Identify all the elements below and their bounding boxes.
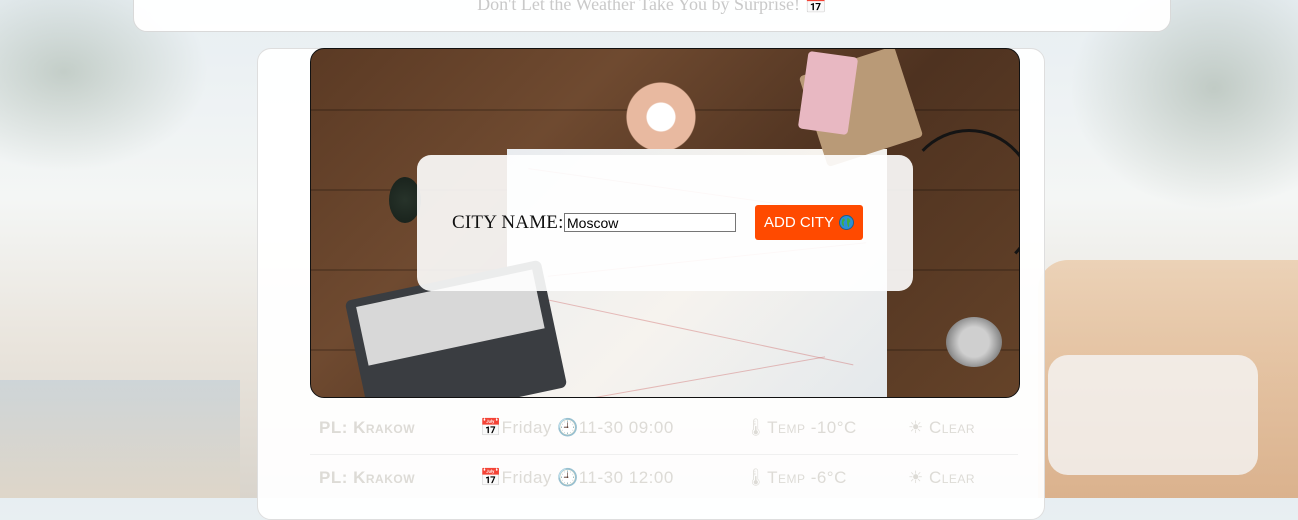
add-city-button-label: ADD CITY [763,214,834,231]
city-name-input[interactable] [564,213,736,232]
globe-icon [839,215,854,230]
city-name-label: CITY NAME: [452,212,564,233]
weather-day: 📅Friday [480,468,552,487]
weather-condition: ☀ Clear [908,468,976,487]
weather-time: 🕘11-30 09:00 [557,418,674,437]
weather-temp: 🌡Temp -10°C [745,418,857,437]
row-divider [310,454,1018,455]
weather-date: 📅Friday 🕘11-30 09:00 [480,418,674,438]
weather-date: 📅Friday 🕘11-30 12:00 [480,468,674,488]
header-tagline: Don't Let the Weather Take You by Surpri… [477,0,827,14]
background-tree-right [1058,0,1298,220]
weather-row: PL: Krakow 📅Friday 🕘11-30 12:00 🌡Temp -6… [310,458,1018,498]
weather-city: PL: Krakow [319,468,416,487]
background-van-window [1048,355,1258,475]
weather-time: 🕘11-30 12:00 [557,468,674,487]
weather-temp: 🌡Temp -6°C [745,468,847,487]
weather-condition: ☀ Clear [908,418,976,437]
add-city-button[interactable]: ADD CITY [755,205,863,240]
glass-illustration [946,317,1002,367]
background-sea [0,380,240,498]
header-card: Don't Let the Weather Take You by Surpri… [133,0,1171,32]
add-city-form: CITY NAME: ADD CITY [417,155,913,291]
weather-city: PL: Krakow [319,418,416,437]
weather-day: 📅Friday [480,418,552,437]
cable-illustration [901,129,1019,275]
weather-row: PL: Krakow 📅Friday 🕘11-30 09:00 🌡Temp -1… [310,408,1018,448]
coffee-cup-illustration [611,69,711,149]
